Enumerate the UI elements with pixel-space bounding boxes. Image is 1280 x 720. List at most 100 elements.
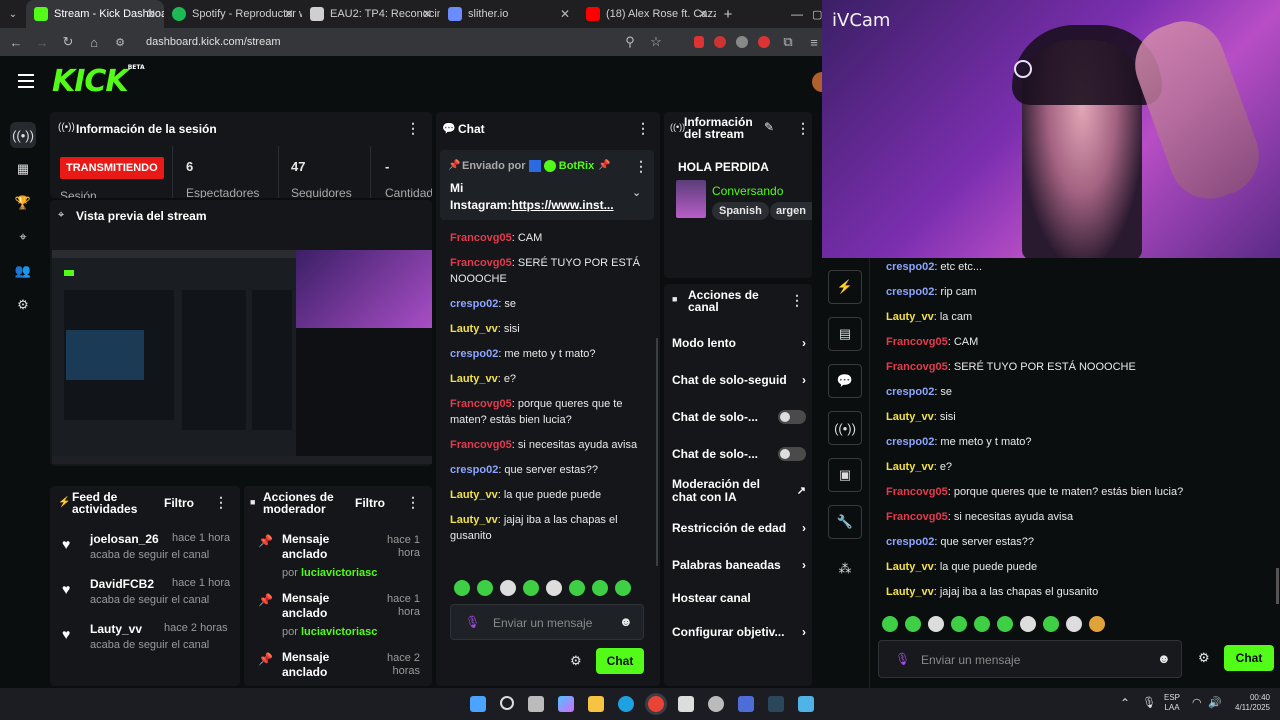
tab-slither[interactable]: slither.io ✕ <box>440 0 578 28</box>
action-age-restriction[interactable]: Restricción de edad › <box>672 509 806 546</box>
chat-settings-icon[interactable]: ⚙ <box>570 653 582 669</box>
camera-icon[interactable]: ▣ <box>828 458 862 492</box>
zoom-icon[interactable]: ⚲ <box>622 34 638 50</box>
emote-icon[interactable] <box>477 580 493 596</box>
chat-input[interactable]: 🎙 Enviar un mensaje ☻ <box>450 604 644 640</box>
tab-youtube[interactable]: (18) Alex Rose ft. Cazz ✕ <box>578 0 716 28</box>
emoji-icon[interactable]: ☻ <box>1157 651 1171 666</box>
action-host-channel[interactable]: Hostear canal <box>672 583 806 613</box>
chat-settings-icon[interactable]: ⚙ <box>1198 650 1210 666</box>
emote-icon[interactable] <box>546 580 562 596</box>
action-ai-moderation[interactable]: Moderación del chat con IA ↗ <box>672 472 806 509</box>
emote-icon[interactable] <box>1066 616 1082 632</box>
microphone-icon[interactable]: 🎙 <box>465 615 480 629</box>
emote-icon[interactable] <box>882 616 898 632</box>
action-slow-mode[interactable]: Modo lento › <box>672 324 806 361</box>
app-blue-icon[interactable] <box>738 696 754 712</box>
new-tab-button[interactable]: + <box>716 6 740 23</box>
close-icon[interactable]: ✕ <box>560 7 570 21</box>
action-banned-words[interactable]: Palabras baneadas › <box>672 546 806 583</box>
emote-icon[interactable] <box>1043 616 1059 632</box>
task-view-icon[interactable] <box>528 696 544 712</box>
emote-icon[interactable] <box>951 616 967 632</box>
wrench-icon[interactable]: 🔧 <box>828 505 862 539</box>
more-options-icon[interactable]: ⋮ <box>790 292 804 309</box>
notes-icon[interactable]: ▤ <box>828 317 862 351</box>
extension-globe-icon[interactable] <box>736 36 748 48</box>
extension-rec-icon[interactable] <box>714 36 726 48</box>
chat-scrollbar[interactable] <box>656 338 658 566</box>
more-options-icon[interactable]: ⋮ <box>634 158 648 175</box>
filter-button[interactable]: Filtro <box>355 496 385 510</box>
windows-start-icon[interactable] <box>470 696 486 712</box>
ivcam-window[interactable]: iVCam <box>822 0 1280 258</box>
url-field[interactable]: dashboard.kick.com/stream <box>146 36 612 48</box>
reload-icon[interactable]: ↻ <box>60 34 76 50</box>
pinned-link[interactable]: https://www.inst... <box>511 198 613 212</box>
community-icon[interactable]: ⁂ <box>828 552 862 586</box>
more-options-icon[interactable]: ⋮ <box>406 120 420 137</box>
send-chat-button[interactable]: Chat <box>596 648 644 674</box>
copilot-icon[interactable] <box>558 696 574 712</box>
emote-icon[interactable] <box>615 580 631 596</box>
wifi-icon[interactable]: ◠ <box>1192 696 1202 709</box>
close-icon[interactable]: ✕ <box>698 7 708 21</box>
broadcast-icon[interactable]: ((•)) <box>828 411 862 445</box>
volume-icon[interactable]: 🔊 <box>1208 696 1222 709</box>
clock[interactable]: 00:40 4/11/2025 <box>1226 693 1270 713</box>
store-icon[interactable] <box>678 696 694 712</box>
avatar[interactable] <box>812 72 822 92</box>
category-name[interactable]: Conversando <box>712 184 783 198</box>
microphone-icon[interactable]: 🎙 <box>895 652 910 666</box>
notepad-icon[interactable] <box>798 696 814 712</box>
action-followers-only[interactable]: Chat de solo-seguid › <box>672 361 806 398</box>
back-arrow-icon[interactable]: ← <box>8 35 24 50</box>
reading-list-icon[interactable]: ≡ <box>806 35 822 50</box>
settings-nav-icon[interactable]: ⚙ <box>10 292 36 318</box>
trophy-nav-icon[interactable]: 🏆 <box>10 190 36 216</box>
maximize-icon[interactable]: ▢ <box>812 8 822 21</box>
more-options-icon[interactable]: ⋮ <box>214 494 228 511</box>
action-emotes-only[interactable]: Chat de solo-... <box>672 435 806 472</box>
home-icon[interactable]: ⌂ <box>86 35 102 50</box>
tab-spotify[interactable]: Spotify - Reproductor web ✕ <box>164 0 302 28</box>
tray-chevron-up-icon[interactable]: ⌃ <box>1120 696 1130 710</box>
search-icon[interactable] <box>500 696 514 710</box>
more-options-icon[interactable]: ⋮ <box>796 120 810 137</box>
action-configure-goals[interactable]: Configurar objetiv... › <box>672 613 806 650</box>
emote-icon[interactable] <box>523 580 539 596</box>
emoji-icon[interactable]: ☻ <box>619 614 633 629</box>
microphone-tray-icon[interactable]: 🎙 <box>1142 696 1156 709</box>
steam-icon[interactable] <box>768 696 784 712</box>
extension-record-icon[interactable] <box>758 36 770 48</box>
emote-icon[interactable] <box>974 616 990 632</box>
send-chat-button[interactable]: Chat <box>1224 645 1274 671</box>
forward-arrow-icon[interactable]: → <box>34 35 50 50</box>
close-icon[interactable]: ✕ <box>422 7 432 21</box>
hamburger-menu-icon[interactable] <box>18 74 34 88</box>
chrome-icon[interactable] <box>648 696 664 712</box>
unpin-icon[interactable]: 📌 <box>598 160 610 171</box>
close-icon[interactable]: ✕ <box>284 7 294 21</box>
focus-nav-icon[interactable]: ⌖ <box>10 224 36 250</box>
chat-scrollbar[interactable] <box>1276 568 1279 604</box>
chat-input[interactable]: 🎙 Enviar un mensaje ☻ <box>878 640 1182 678</box>
more-options-icon[interactable]: ⋮ <box>636 120 650 137</box>
app-icon[interactable] <box>708 696 724 712</box>
more-options-icon[interactable]: ⋮ <box>406 494 420 511</box>
edge-icon[interactable] <box>618 696 634 712</box>
emote-icon[interactable] <box>928 616 944 632</box>
chat-bubble-icon[interactable]: 💬 <box>828 364 862 398</box>
emote-icon[interactable] <box>500 580 516 596</box>
extension-red-icon[interactable] <box>694 36 704 48</box>
minimize-icon[interactable]: — <box>782 7 812 21</box>
emote-icon[interactable] <box>592 580 608 596</box>
emote-icon[interactable] <box>997 616 1013 632</box>
chevron-down-icon[interactable]: ⌄ <box>632 186 641 199</box>
toggle-switch[interactable] <box>778 446 806 461</box>
emote-icon[interactable] <box>1020 616 1036 632</box>
community-nav-icon[interactable]: 👥 <box>10 258 36 284</box>
kick-logo[interactable]: KICKBETA <box>52 64 145 99</box>
site-info-icon[interactable]: ⚙ <box>112 36 128 49</box>
toggle-switch[interactable] <box>778 409 806 424</box>
